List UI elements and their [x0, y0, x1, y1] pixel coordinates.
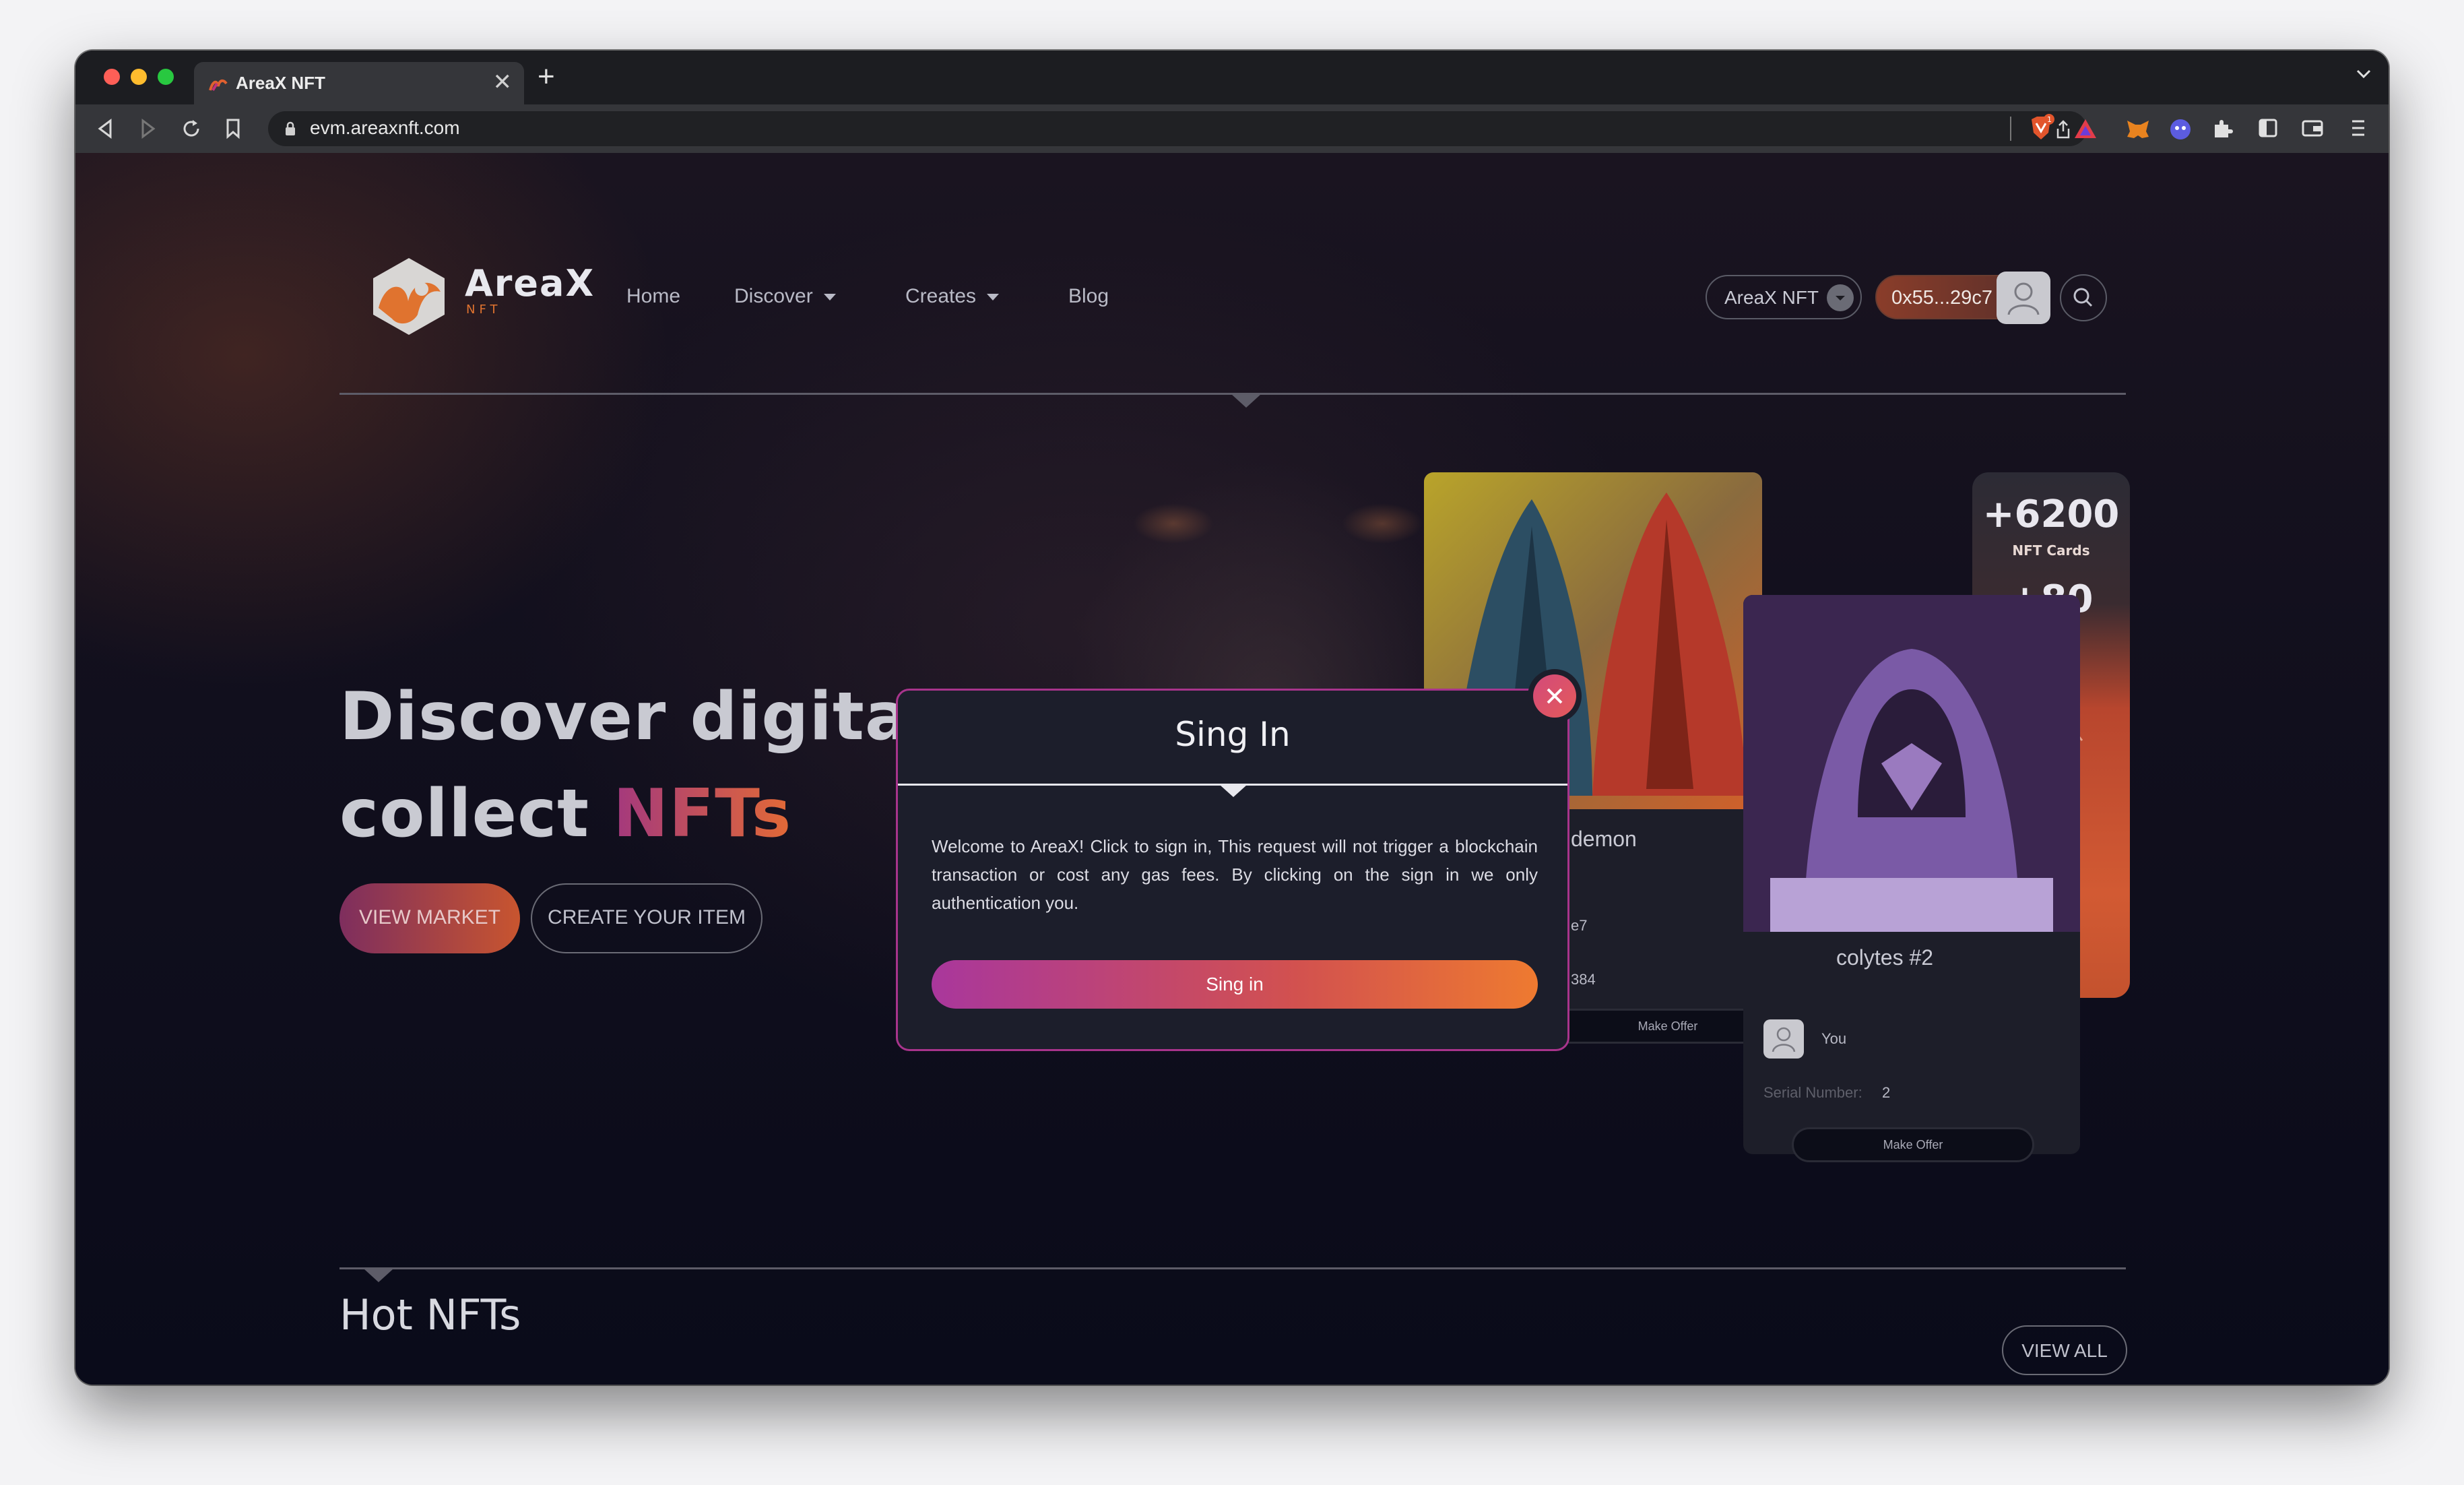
areax-favicon-icon: [209, 79, 228, 92]
modal-close-button[interactable]: [1528, 669, 1582, 723]
close-window-button[interactable]: [104, 69, 120, 85]
chevron-down-icon: [823, 294, 836, 301]
back-icon[interactable]: [96, 118, 115, 139]
browser-menu-icon[interactable]: [2351, 118, 2366, 138]
section-divider: [339, 1267, 2126, 1269]
modal-close-circle: [1533, 674, 1576, 718]
bookmark-icon[interactable]: [225, 118, 241, 139]
tab-search-chevron-icon[interactable]: [2356, 69, 2371, 79]
sidebar-toggle-icon[interactable]: [2258, 118, 2278, 138]
browser-tab[interactable]: AreaX NFT ✕: [194, 62, 524, 104]
hero-line2-prefix: collect: [339, 776, 614, 852]
address-bar[interactable]: evm.areaxnft.com: [268, 111, 2087, 146]
svg-text:1: 1: [2047, 115, 2052, 124]
chevron-down-icon: [987, 294, 1000, 301]
nav-discover[interactable]: Discover: [734, 285, 836, 308]
card-demon-detail-2: 384: [1571, 971, 1596, 988]
nft-card-colytes[interactable]: colytes #2 You Serial Number: 2: [1743, 595, 2080, 1154]
url-text: evm.areaxnft.com: [310, 117, 460, 138]
areax-logo-icon: [373, 258, 445, 335]
metamask-extension-icon[interactable]: [2126, 118, 2150, 139]
hero-line2-highlight: NFTs: [613, 776, 792, 852]
network-selector[interactable]: AreaX NFT: [1706, 275, 1862, 319]
modal-title: Sing In: [1175, 715, 1291, 754]
hot-nfts-heading: Hot NFTs: [339, 1290, 521, 1339]
card-title-colytes: colytes #2: [1836, 945, 1934, 970]
browser-toolbar: evm.areaxnft.com 1: [75, 104, 2389, 154]
make-offer-label: Make Offer: [1883, 1138, 1943, 1151]
share-icon[interactable]: [2054, 119, 2072, 139]
extension-ghost-icon[interactable]: [2169, 118, 2192, 141]
owner-avatar: [1763, 1019, 1804, 1059]
search-icon: [2073, 288, 2093, 307]
wallet-address: 0x55...29c7: [1891, 287, 1992, 309]
modal-message: Welcome to AreaX! Click to sign in, This…: [932, 836, 1538, 913]
tab-title: AreaX NFT: [236, 73, 325, 93]
stat-nft-cards-count: +6200: [1982, 493, 2120, 536]
sign-in-label: Sing in: [1206, 974, 1264, 994]
tab-close-icon[interactable]: ✕: [493, 69, 513, 96]
reload-icon[interactable]: [181, 118, 202, 139]
view-market-button[interactable]: VIEW MARKET: [339, 883, 520, 953]
make-offer-button-colytes[interactable]: Make Offer: [1792, 1127, 2034, 1162]
forward-icon[interactable]: [139, 118, 158, 139]
search-button[interactable]: [2060, 274, 2107, 321]
sign-in-button[interactable]: Sing in: [932, 960, 1538, 1009]
minimize-window-button[interactable]: [131, 69, 147, 85]
sign-in-modal: Sing In Welcome to AreaX! Click to sign …: [896, 689, 1569, 1051]
view-all-label: VIEW ALL: [2021, 1340, 2108, 1361]
page-content: AreaX NFT Home Discover Creates Blog Are…: [75, 153, 2389, 1385]
nav-creates[interactable]: Creates: [905, 285, 1000, 308]
hero-heading-line2: collect NFTs: [339, 776, 791, 852]
logo-subtext: NFT: [466, 303, 502, 317]
card-title-demon: demon: [1571, 827, 1637, 851]
network-dropdown-icon: [1827, 284, 1854, 311]
section-divider-notch: [364, 1269, 393, 1282]
bg-eye-left: [1133, 503, 1214, 544]
card-demon-detail-1: e7: [1571, 917, 1588, 934]
wallet-icon[interactable]: [2301, 118, 2324, 138]
browser-window: AreaX NFT ✕ + evm.areaxnft.com 1 AreaX N…: [75, 51, 2389, 1385]
user-avatar-icon: [1772, 1027, 1796, 1052]
create-item-label: CREATE YOUR ITEM: [548, 906, 746, 928]
view-market-label: VIEW MARKET: [358, 906, 500, 928]
extensions-puzzle-icon[interactable]: [2212, 118, 2234, 139]
lock-icon: [286, 121, 295, 135]
profile-avatar-button[interactable]: [1997, 272, 2050, 324]
header-divider-notch: [1231, 394, 1261, 408]
nft-image-colytes: [1743, 595, 2080, 932]
toolbar-divider: [2010, 117, 2011, 141]
serial-number-label: Serial Number:: [1763, 1084, 1862, 1101]
stat-nft-cards-label: NFT Cards: [2012, 542, 2090, 559]
areax-logo[interactable]: AreaX NFT: [365, 254, 593, 340]
new-tab-button[interactable]: +: [538, 60, 555, 94]
nav-home[interactable]: Home: [626, 285, 680, 308]
create-item-button[interactable]: CREATE YOUR ITEM: [531, 883, 763, 953]
modal-divider-notch: [1220, 785, 1247, 797]
logo-wordmark: AreaX: [465, 262, 595, 305]
network-label: AreaX NFT: [1724, 287, 1819, 308]
brave-rewards-icon[interactable]: [2073, 118, 2098, 139]
view-all-button[interactable]: VIEW ALL: [2002, 1325, 2127, 1375]
user-avatar-icon: [2007, 282, 2040, 315]
nav-creates-label: Creates: [905, 285, 977, 307]
nav-discover-label: Discover: [734, 285, 813, 307]
bg-eye-right: [1342, 503, 1423, 544]
close-icon: [1547, 688, 1563, 704]
brave-shields-icon[interactable]: 1: [2026, 114, 2056, 144]
nav-blog[interactable]: Blog: [1068, 285, 1109, 308]
tab-strip: AreaX NFT ✕ +: [75, 51, 2389, 104]
serial-number-value: 2: [1882, 1084, 1891, 1101]
card-owner: You: [1821, 1030, 1847, 1047]
maximize-window-button[interactable]: [158, 69, 174, 85]
